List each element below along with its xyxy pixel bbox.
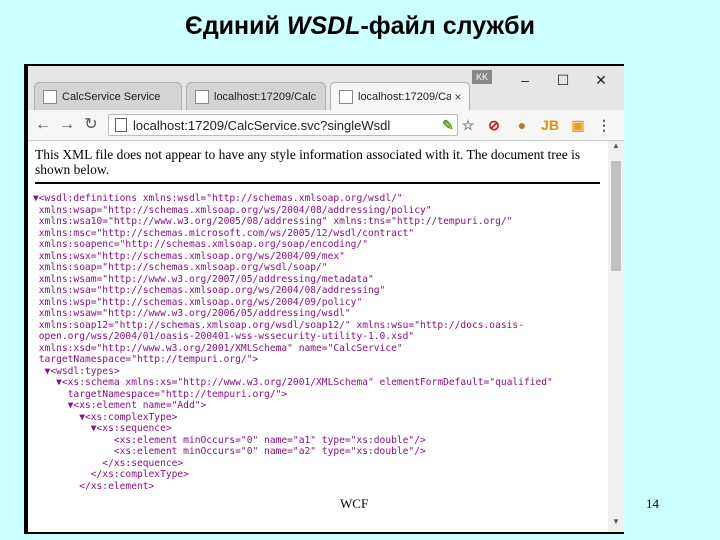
tab-calcservice[interactable]: CalcService Service (34, 82, 182, 110)
xml-line: ▼<xs:schema xmlns:xs="http://www.w3.org/… (33, 377, 553, 388)
address-bar[interactable]: localhost:17209/CalcService.svc?singleWs… (108, 114, 458, 136)
forward-button[interactable]: → (56, 114, 78, 136)
xml-notice: This XML file does not appear to have an… (35, 147, 581, 177)
star-icon[interactable]: ☆ (458, 115, 478, 135)
puzzle-icon[interactable]: ▣ (568, 115, 588, 135)
page-favicon-icon (43, 89, 57, 104)
scroll-up-icon[interactable]: ▲ (608, 141, 624, 155)
xml-line: targetNamespace="http://tempuri.org/"> (33, 354, 259, 365)
xml-line: xmlns:xsd="http://www.w3.org/2001/XMLSch… (33, 342, 403, 354)
cookie-icon[interactable]: ● (512, 115, 532, 135)
xml-line: xmlns:wsa10="http://www.w3.org/2005/08/a… (33, 216, 513, 227)
tab-localhost-active[interactable]: localhost:17209/Calc × (330, 82, 470, 110)
close-window-button[interactable]: ✕ (586, 70, 616, 90)
minimize-button[interactable]: – (510, 70, 540, 90)
slide-footer: WCF (340, 496, 369, 511)
xml-line: <xs:element minOccurs="0" name="a2" type… (33, 446, 426, 457)
tab-label: localhost:17209/Calc (358, 90, 451, 103)
xml-line: </xs:element> (33, 480, 155, 492)
xml-line: xmlns:msc="http://schemas.microsoft.com/… (33, 227, 415, 239)
profile-badge[interactable]: KK (472, 70, 492, 84)
xml-line: xmlns:wsp="http://schemas.xmlsoap.org/ws… (33, 296, 363, 308)
xml-line: targetNamespace="http://tempuri.org/"> (33, 388, 288, 400)
xml-line: xmlns:wsa="http://schemas.xmlsoap.org/ws… (33, 285, 386, 296)
page-favicon-icon (195, 89, 209, 104)
back-button[interactable]: ← (32, 114, 54, 136)
scroll-thumb[interactable] (611, 161, 621, 271)
xml-line: xmlns:soap="http://schemas.xmlsoap.org/w… (33, 262, 328, 273)
browser-toolbar: ← → ↻ localhost:17209/CalcService.svc?si… (28, 110, 624, 141)
divider (35, 182, 600, 184)
scroll-down-icon[interactable]: ▼ (608, 517, 624, 531)
tab-label: localhost:17209/Calc (214, 90, 317, 103)
xml-line: ▼<xs:sequence> (33, 423, 172, 434)
slide-title: Єдиний WSDL-файл служби (0, 12, 720, 41)
tab-localhost-1[interactable]: localhost:17209/Calc (186, 82, 326, 110)
title-post: -файл служби (360, 12, 535, 40)
jb-icon[interactable]: JB (540, 115, 560, 135)
page-favicon-icon (339, 89, 353, 104)
title-bar: CalcService Service localhost:17209/Calc… (28, 66, 624, 114)
xml-line: ▼<xs:complexType> (33, 411, 178, 423)
title-pre: Єдиний (185, 12, 287, 40)
vertical-scrollbar[interactable]: ▲ ▼ (608, 141, 624, 532)
block-icon[interactable]: ⊘ (484, 115, 504, 135)
reload-button[interactable]: ↻ (80, 114, 102, 136)
xml-line: xmlns:wsx="http://schemas.xmlsoap.org/ws… (33, 250, 345, 262)
edit-icon[interactable]: ✎ (438, 115, 458, 135)
xml-line: xmlns:wsaw="http://www.w3.org/2006/05/ad… (33, 308, 351, 319)
page-content: This XML file does not appear to have an… (28, 141, 608, 532)
xml-line: xmlns:soapenc="http://schemas.xmlsoap.or… (33, 239, 369, 250)
slide-page-number: 14 (646, 496, 659, 511)
xml-line: open.org/wss/2004/01/oasis-200401-wss-ws… (33, 331, 415, 342)
xml-line: ▼<xs:element name="Add"> (33, 400, 207, 411)
xml-line: ▼<wsdl:types> (33, 365, 120, 377)
xml-line: xmlns:soap12="http://schemas.xmlsoap.org… (33, 319, 524, 331)
xml-tree: ▼<wsdl:definitions xmlns:wsdl="http://sc… (33, 193, 603, 492)
xml-line: xmlns:wsap="http://schemas.xmlsoap.org/w… (33, 204, 432, 216)
xml-line: xmlns:wsam="http://www.w3.org/2007/05/ad… (33, 273, 374, 285)
maximize-button[interactable]: ☐ (548, 70, 578, 90)
tab-close-icon[interactable]: × (451, 90, 465, 104)
menu-icon[interactable]: ⋮ (594, 115, 614, 135)
xml-line: </xs:complexType> (33, 469, 189, 480)
xml-line: ▼<wsdl:definitions xmlns:wsdl="http://sc… (33, 193, 403, 204)
browser-window: CalcService Service localhost:17209/Calc… (28, 66, 624, 532)
page-info-icon[interactable] (115, 118, 127, 132)
xml-line: <xs:element minOccurs="0" name="a1" type… (33, 434, 426, 446)
title-em: WSDL (286, 12, 361, 40)
url-text: localhost:17209/CalcService.svc?singleWs… (133, 117, 391, 133)
xml-line: </xs:sequence> (33, 457, 184, 469)
tab-label: CalcService Service (62, 90, 161, 103)
